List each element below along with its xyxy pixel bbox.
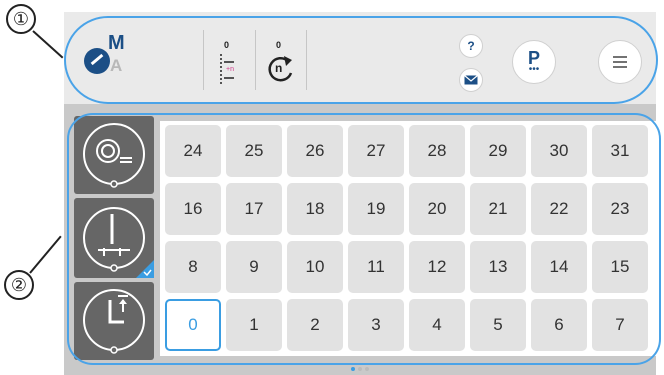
foot-lift-button[interactable] xyxy=(74,282,154,360)
page-dot xyxy=(351,367,355,371)
program-cell-12[interactable]: 12 xyxy=(409,241,465,293)
page-dot xyxy=(365,367,369,371)
program-cell-13[interactable]: 13 xyxy=(470,241,526,293)
thread-spool-icon xyxy=(83,123,145,188)
mode-secondary-label: A xyxy=(110,56,123,75)
mode-primary-label: M xyxy=(108,32,125,54)
stitch-counter-button[interactable]: 0 +n xyxy=(214,40,244,88)
program-cell-25[interactable]: 25 xyxy=(226,125,282,177)
mode-indicator[interactable]: M A xyxy=(84,32,130,84)
program-dots: ••• xyxy=(528,64,540,75)
program-cell-21[interactable]: 21 xyxy=(470,183,526,235)
divider xyxy=(203,30,204,90)
stitch-counter-tag: +n xyxy=(226,66,234,73)
presser-foot-icon xyxy=(83,207,154,278)
help-button[interactable]: ? xyxy=(459,34,483,58)
program-cell-24[interactable]: 24 xyxy=(165,125,221,177)
program-cell-27[interactable]: 27 xyxy=(348,125,404,177)
callout-1-leader xyxy=(32,30,64,59)
program-cell-2[interactable]: 2 xyxy=(287,299,343,351)
program-cell-10[interactable]: 10 xyxy=(287,241,343,293)
page-indicator xyxy=(351,367,369,371)
presser-foot-button[interactable] xyxy=(74,198,154,278)
program-cell-29[interactable]: 29 xyxy=(470,125,526,177)
program-cell-0[interactable]: 0 xyxy=(165,299,221,351)
program-cell-17[interactable]: 17 xyxy=(226,183,282,235)
program-button[interactable]: P ••• xyxy=(512,40,556,84)
program-grid: 24 25 26 27 28 29 30 31 16 17 18 19 20 21 22 23 8 9 10 11 12… xyxy=(160,121,656,356)
program-cell-30[interactable]: 30 xyxy=(531,125,587,177)
message-button[interactable] xyxy=(459,68,483,92)
program-cell-6[interactable]: 6 xyxy=(531,299,587,351)
program-cell-20[interactable]: 20 xyxy=(409,183,465,235)
page-dot xyxy=(358,367,362,371)
menu-button[interactable] xyxy=(598,40,642,84)
program-cell-3[interactable]: 3 xyxy=(348,299,404,351)
program-cell-14[interactable]: 14 xyxy=(531,241,587,293)
callout-1: ① xyxy=(6,4,36,34)
stitch-counter-value: 0 xyxy=(224,40,230,50)
program-cell-7[interactable]: 7 xyxy=(592,299,648,351)
divider xyxy=(306,30,307,90)
thread-tension-button[interactable] xyxy=(74,116,154,194)
program-cell-16[interactable]: 16 xyxy=(165,183,221,235)
callout-2-leader xyxy=(29,235,62,274)
foot-lift-icon xyxy=(83,289,145,354)
program-cell-23[interactable]: 23 xyxy=(592,183,648,235)
program-cell-26[interactable]: 26 xyxy=(287,125,343,177)
envelope-icon xyxy=(464,75,478,85)
program-cell-8[interactable]: 8 xyxy=(165,241,221,293)
top-bar xyxy=(64,12,656,104)
program-cell-28[interactable]: 28 xyxy=(409,125,465,177)
program-cell-22[interactable]: 22 xyxy=(531,183,587,235)
program-cell-4[interactable]: 4 xyxy=(409,299,465,351)
program-cell-19[interactable]: 19 xyxy=(348,183,404,235)
program-cell-18[interactable]: 18 xyxy=(287,183,343,235)
program-cell-5[interactable]: 5 xyxy=(470,299,526,351)
divider xyxy=(255,30,256,90)
callout-2: ② xyxy=(4,270,34,300)
help-label: ? xyxy=(467,39,475,53)
program-cell-11[interactable]: 11 xyxy=(348,241,404,293)
menu-icon xyxy=(613,56,627,68)
program-cell-31[interactable]: 31 xyxy=(592,125,648,177)
program-cell-1[interactable]: 1 xyxy=(226,299,282,351)
program-cell-15[interactable]: 15 xyxy=(592,241,648,293)
bobbin-counter-button[interactable]: 0 n xyxy=(264,40,298,88)
bobbin-counter-glyph: n xyxy=(275,61,283,75)
program-cell-9[interactable]: 9 xyxy=(226,241,282,293)
bobbin-counter-value: 0 xyxy=(276,40,282,50)
